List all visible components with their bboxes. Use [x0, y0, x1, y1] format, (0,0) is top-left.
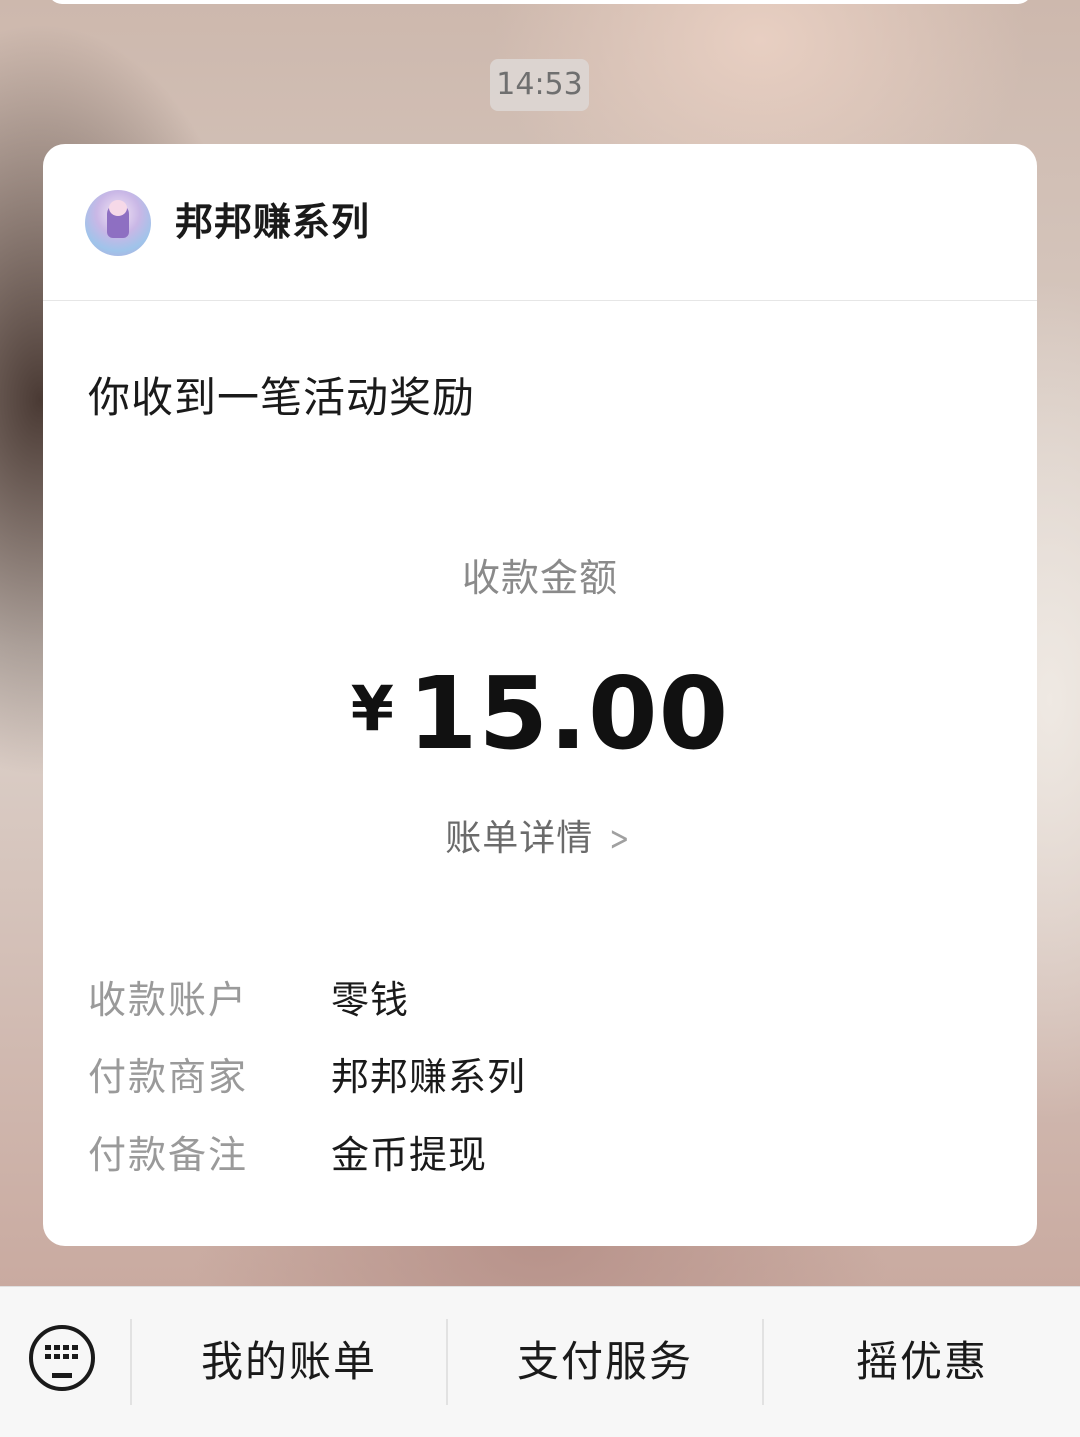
- message-timestamp: 14:53: [490, 59, 589, 111]
- info-key: 收款账户: [88, 978, 249, 1022]
- amount-number: 15.00: [407, 655, 730, 772]
- previous-message-card: [48, 0, 1032, 4]
- merchant-name: 邦邦赚系列: [175, 200, 371, 244]
- bottom-menu-bar: 我的账单 支付服务 摇优惠: [0, 1286, 1080, 1437]
- amount-label: 收款金额: [461, 556, 618, 600]
- keyboard-icon[interactable]: [29, 1325, 95, 1391]
- info-value: 邦邦赚系列: [331, 1055, 527, 1099]
- bill-detail-label: 账单详情: [445, 818, 594, 859]
- payment-notification-card[interactable]: 邦邦赚系列 你收到一笔活动奖励 收款金额 ¥15.00 账单详情 > 收款账户 零…: [43, 144, 1037, 1246]
- notification-title: 你收到一笔活动奖励: [88, 373, 476, 422]
- chevron-right-icon: >: [609, 819, 631, 859]
- menu-shake-offers[interactable]: 摇优惠: [764, 1327, 1080, 1397]
- info-key: 付款备注: [88, 1133, 249, 1177]
- merchant-avatar[interactable]: [85, 190, 151, 256]
- info-row-account: 收款账户 零钱: [88, 970, 988, 1030]
- card-header[interactable]: 邦邦赚系列: [43, 144, 1037, 301]
- bill-detail-link[interactable]: 账单详情 >: [43, 812, 1037, 866]
- currency-symbol: ¥: [350, 672, 394, 745]
- info-row-merchant: 付款商家 邦邦赚系列: [88, 1047, 988, 1107]
- info-key: 付款商家: [88, 1055, 249, 1099]
- menu-payment-services[interactable]: 支付服务: [448, 1327, 762, 1397]
- info-value: 金币提现: [331, 1133, 488, 1177]
- info-row-remark: 付款备注 金币提现: [88, 1125, 988, 1185]
- amount-value: ¥15.00: [43, 649, 1037, 803]
- info-value: 零钱: [331, 978, 410, 1022]
- menu-my-bills[interactable]: 我的账单: [132, 1327, 446, 1397]
